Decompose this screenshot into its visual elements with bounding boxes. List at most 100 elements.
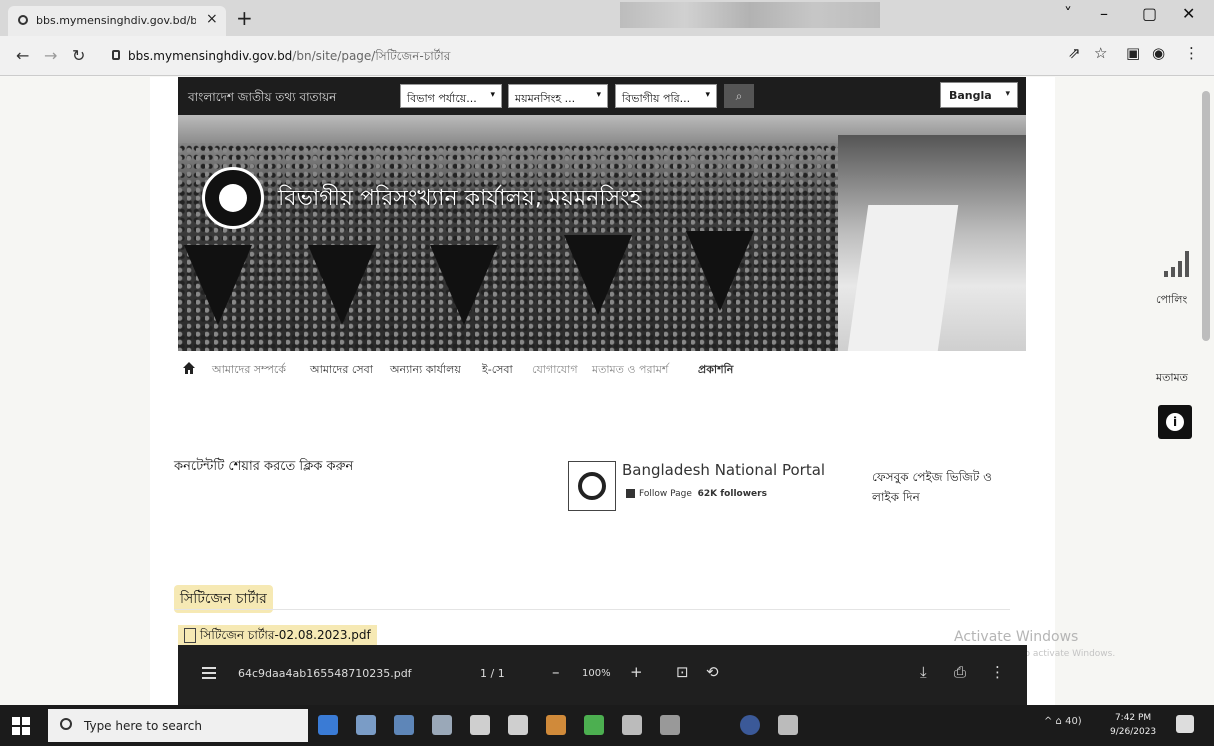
chevron-down-icon: ▾ (490, 90, 495, 100)
followers-count: 62K followers (697, 489, 767, 499)
clock-date: 9/26/2023 (1110, 727, 1157, 737)
firefox-icon[interactable] (546, 715, 566, 735)
chrome-icon[interactable] (584, 715, 604, 735)
maximize-button[interactable]: ▢ (1142, 4, 1157, 23)
district-select[interactable]: ময়মনসিংহ ... ▾ (508, 84, 608, 108)
pdf-file-link-text: সিটিজেন চার্টার-02.08.2023.pdf (200, 628, 371, 642)
banner-flag (308, 245, 376, 325)
poll-chart-icon[interactable] (1162, 249, 1192, 277)
rotate-icon[interactable]: ⟲ (706, 663, 719, 681)
government-emblem-icon[interactable] (202, 167, 264, 229)
zoom-level[interactable]: 100% (582, 668, 611, 679)
back-icon[interactable]: ← (16, 46, 29, 65)
url-text: bbs.mymensinghdiv.gov.bd/bn/site/page/সি… (128, 48, 450, 68)
taskbar-search-placeholder: Type here to search (84, 719, 202, 733)
zoom-in-icon[interactable]: + (630, 663, 643, 681)
site-container: বাংলাদেশ জাতীয় তথ্য বাতায়ন বিভাগ পর্যা… (150, 77, 1055, 705)
opinion-label[interactable]: মতামত (1156, 369, 1188, 388)
scrollbar-thumb[interactable] (1202, 91, 1210, 341)
notifications-icon[interactable] (1176, 715, 1194, 733)
new-tab-button[interactable]: + (236, 6, 253, 30)
store-icon[interactable] (432, 715, 452, 735)
start-tile (22, 727, 30, 735)
profile-icon[interactable]: ◉ (1152, 44, 1165, 62)
mail-icon[interactable] (394, 715, 414, 735)
download-icon[interactable]: ⤓ (920, 663, 927, 681)
title-divider (174, 609, 1010, 610)
menu-item-publications[interactable]: প্রকাশনি (698, 361, 733, 380)
menu-icon[interactable]: ⋮ (1184, 44, 1199, 62)
chevron-down-icon: ▾ (1005, 89, 1010, 99)
windows-start-icon[interactable] (12, 717, 30, 735)
browser-toolbar: ← → ↻ bbs.mymensinghdiv.gov.bd/bn/site/p… (0, 36, 1214, 76)
close-window-button[interactable]: ✕ (1182, 4, 1195, 23)
tab-search-icon[interactable]: ˅ (1064, 4, 1072, 23)
star-icon[interactable]: ☆ (1094, 44, 1107, 62)
menu-item-feedback[interactable]: মতামত ও পরামর্শ (592, 361, 668, 380)
office-select[interactable]: বিভাগীয় পরি... ▾ (615, 84, 717, 108)
home-icon[interactable] (182, 361, 196, 375)
forward-icon[interactable]: → (44, 46, 57, 65)
taskbar-search[interactable]: Type here to search (48, 709, 308, 742)
menu-item-other-offices[interactable]: অন্যান্য কার্যালয় (390, 361, 461, 380)
app-icon[interactable] (778, 715, 798, 735)
facebook-page-name[interactable]: Bangladesh National Portal (622, 461, 825, 479)
banner-flag (184, 245, 252, 325)
print-icon[interactable]: ⎙ (954, 663, 966, 681)
info-button[interactable]: i (1158, 405, 1192, 439)
share-icon[interactable]: ⇗ (1068, 44, 1081, 62)
portal-logo-ring (578, 472, 606, 500)
app-icon[interactable] (508, 715, 528, 735)
facebook-visit-text: ফেসবুক পেইজ ভিজিট ও লাইক দিন (872, 470, 992, 504)
app-icon[interactable] (470, 715, 490, 735)
poll-bar (1178, 261, 1182, 277)
banner-flag (564, 235, 632, 315)
pdf-menu-icon[interactable] (202, 667, 216, 679)
task-view-icon[interactable] (318, 715, 338, 735)
address-bar[interactable]: bbs.mymensinghdiv.gov.bd/bn/site/page/সি… (100, 42, 1060, 70)
minimize-button[interactable]: – (1100, 4, 1108, 23)
office-title[interactable]: বিভাগীয় পরিসংখ্যান কার্যালয়, ময়মনসিংহ (278, 181, 641, 218)
zoom-out-icon[interactable]: – (552, 663, 560, 681)
portal-search-button[interactable]: ⌕ (724, 84, 754, 108)
system-tray[interactable]: ^ ⌂ 40) (1044, 716, 1082, 727)
file-explorer-icon[interactable] (356, 715, 376, 735)
division-select[interactable]: বিভাগ পর্যায়ে... ▾ (400, 84, 502, 108)
menu-item-about[interactable]: আমাদের সম্পর্কে (212, 361, 286, 380)
url-host: bbs.mymensinghdiv.gov.bd (128, 49, 293, 63)
facebook-widget[interactable]: Bangladesh National Portal Follow Page 6… (568, 461, 828, 517)
info-icon: i (1166, 413, 1184, 431)
page-scrollbar[interactable] (1202, 81, 1210, 695)
search-icon (60, 718, 72, 730)
menu-item-e-services[interactable]: ই-সেবা (482, 361, 513, 380)
portal-brand-text[interactable]: বাংলাদেশ জাতীয় তথ্য বাতায়ন (188, 89, 336, 109)
division-select-value: বিভাগ পর্যায়ে... (407, 92, 477, 105)
facebook-follow[interactable]: Follow Page 62K followers (626, 489, 767, 499)
pdf-filename: 64c9daa4ab165548710235.pdf (238, 667, 412, 680)
language-select[interactable]: Bangla ▾ (940, 82, 1018, 108)
browser-tab[interactable]: bbs.mymensinghdiv.gov.bd/bn/ × (8, 6, 226, 36)
poll-bar (1164, 271, 1168, 277)
portal-topbar: বাংলাদেশ জাতীয় তথ্য বাতায়ন বিভাগ পর্যা… (178, 77, 1026, 115)
menu-item-contact[interactable]: যোগাযোগ (532, 361, 578, 380)
more-options-icon[interactable]: ⋮ (990, 663, 1005, 681)
reload-icon[interactable]: ↻ (72, 46, 85, 65)
pdf-viewer-toolbar: 64c9daa4ab165548710235.pdf 1 / 1 – 100% … (178, 645, 1027, 705)
office-select-value: বিভাগীয় পরি... (622, 92, 691, 105)
sidepanel-icon[interactable]: ▣ (1126, 44, 1140, 62)
taskbar-clock[interactable]: 7:42 PM 9/26/2023 (1110, 711, 1156, 739)
start-tile (22, 717, 30, 725)
menu-item-services[interactable]: আমাদের সেবা (310, 361, 373, 380)
facebook-icon[interactable] (740, 715, 760, 735)
app-icon[interactable] (660, 715, 680, 735)
site-favicon-icon (18, 15, 28, 25)
share-prompt[interactable]: কনটেন্টটি শেয়ার করতে ক্লিক করুন (174, 457, 353, 478)
pdf-page-indicator[interactable]: 1 / 1 (480, 667, 505, 680)
app-z-icon[interactable] (622, 715, 642, 735)
browser-tabbar: bbs.mymensinghdiv.gov.bd/bn/ × + ˅ – ▢ ✕ (0, 0, 1214, 36)
tab-title: bbs.mymensinghdiv.gov.bd/bn/ (36, 14, 196, 27)
url-path: /bn/site/page/সিটিজেন-চার্টার (292, 49, 451, 63)
tab-close-icon[interactable]: × (206, 11, 218, 27)
fit-page-icon[interactable]: ⊡ (676, 663, 689, 681)
poll-label[interactable]: পোলিং (1156, 291, 1187, 310)
